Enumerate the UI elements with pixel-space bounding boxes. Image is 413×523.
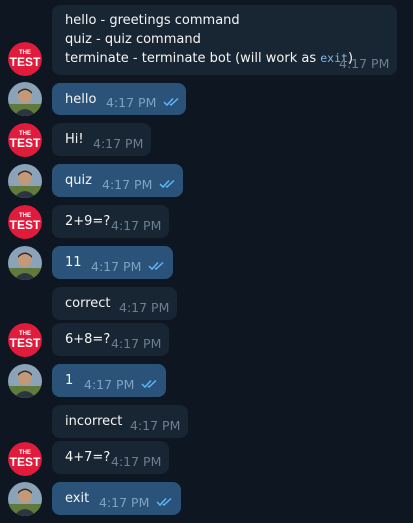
avatar-text-bottom: TEST xyxy=(10,455,41,469)
user-message[interactable]: 1 4:17 PM xyxy=(52,364,166,397)
user-avatar[interactable] xyxy=(8,482,42,516)
message-text: Hi! xyxy=(65,132,84,147)
message-time: 4:17 PM xyxy=(130,418,181,433)
message-text: 4+7=? xyxy=(65,450,111,465)
read-checks-icon xyxy=(141,379,157,389)
read-checks-icon xyxy=(163,97,179,107)
user-avatar[interactable] xyxy=(8,82,42,116)
message-text: incorrect xyxy=(65,414,123,429)
chat-history[interactable]: hello - greetings command quiz - quiz co… xyxy=(0,0,413,523)
user-avatar[interactable] xyxy=(8,246,42,280)
message-time: 4:17 PM xyxy=(111,454,162,469)
user-message[interactable]: 11 4:17 PM xyxy=(52,246,173,279)
bot-avatar[interactable]: THE TEST xyxy=(8,442,42,476)
user-message[interactable]: exit 4:17 PM xyxy=(52,482,181,515)
bot-message[interactable]: 2+9=? 4:17 PM xyxy=(52,205,169,238)
user-message[interactable]: quiz 4:17 PM xyxy=(52,164,183,197)
bot-avatar[interactable]: THE TEST xyxy=(8,323,42,357)
message-time: 4:17 PM xyxy=(106,95,157,110)
message-time: 4:17 PM xyxy=(119,300,170,315)
avatar-text-bottom: TEST xyxy=(10,136,41,150)
message-text: 11 xyxy=(65,255,82,270)
message-text-line: quiz - quiz command xyxy=(65,32,201,47)
user-avatar[interactable] xyxy=(8,364,42,398)
bot-message[interactable]: 6+8=? 4:17 PM xyxy=(52,323,169,356)
message-text: correct xyxy=(65,296,111,311)
message-time: 4:17 PM xyxy=(111,218,162,233)
message-time: 4:17 PM xyxy=(339,56,390,71)
bot-avatar[interactable]: THE TEST xyxy=(8,123,42,157)
message-text: quiz xyxy=(65,173,92,188)
message-text: 1 xyxy=(65,373,74,388)
message-time: 4:17 PM xyxy=(84,377,135,392)
message-text-line: terminate - terminate bot (will work as … xyxy=(65,49,353,68)
read-checks-icon xyxy=(148,261,164,271)
bot-message[interactable]: correct 4:17 PM xyxy=(52,287,177,320)
avatar-text-bottom: TEST xyxy=(10,55,41,69)
bot-message[interactable]: incorrect 4:17 PM xyxy=(52,405,188,438)
message-time: 4:17 PM xyxy=(93,136,144,151)
message-text-line: hello - greetings command xyxy=(65,13,240,28)
message-time: 4:17 PM xyxy=(111,336,162,351)
message-text-segment: terminate - terminate bot (will work as xyxy=(65,51,321,66)
bot-avatar[interactable]: THE TEST xyxy=(8,42,42,76)
message-text: 6+8=? xyxy=(65,332,111,347)
avatar-text-bottom: TEST xyxy=(10,218,41,232)
avatar-text-bottom: TEST xyxy=(10,336,41,350)
message-time: 4:17 PM xyxy=(102,177,153,192)
message-text: 2+9=? xyxy=(65,214,111,229)
bot-message-help[interactable]: hello - greetings command quiz - quiz co… xyxy=(52,5,397,75)
bot-message[interactable]: 4+7=? 4:17 PM xyxy=(52,441,169,474)
message-text: hello xyxy=(65,92,97,107)
read-checks-icon xyxy=(156,497,172,507)
message-time: 4:17 PM xyxy=(91,259,142,274)
read-checks-icon xyxy=(159,179,175,189)
message-text: exit xyxy=(65,491,90,506)
bot-avatar[interactable]: THE TEST xyxy=(8,205,42,239)
bot-message[interactable]: Hi! 4:17 PM xyxy=(52,123,151,156)
user-avatar[interactable] xyxy=(8,164,42,198)
message-time: 4:17 PM xyxy=(99,495,150,510)
user-message[interactable]: hello 4:17 PM xyxy=(52,83,186,115)
